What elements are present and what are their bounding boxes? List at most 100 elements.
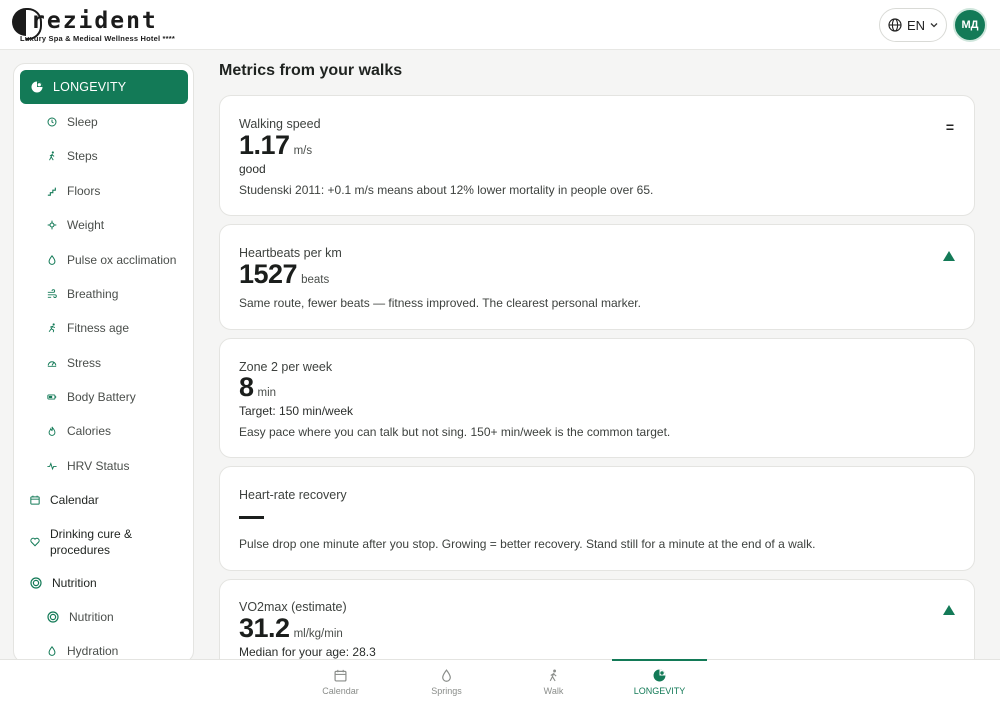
scale-icon — [47, 220, 57, 230]
walking-icon — [49, 151, 55, 161]
sidebar-item-label: LONGEVITY — [53, 80, 127, 94]
drop-icon — [48, 255, 56, 265]
language-label: EN — [906, 17, 926, 33]
chevron-down-icon — [930, 23, 938, 28]
sidebar-item-calories[interactable]: Calories — [47, 424, 111, 438]
sidebar-item-label: Nutrition — [69, 610, 114, 624]
sidebar-item-drinking-cure[interactable]: Drinking cure & procedures — [30, 526, 132, 558]
sidebar-item-label: Steps — [67, 149, 98, 163]
sidebar-item-label-line1: Drinking cure & — [50, 527, 133, 541]
sidebar-item-hrv-status[interactable]: HRV Status — [47, 459, 129, 473]
sidebar-item-label: Sleep — [67, 115, 98, 129]
metric-label: Walking speed — [239, 117, 321, 131]
sidebar-item-label: Breathing — [67, 287, 119, 301]
page-title: Metrics from your walks — [219, 62, 403, 79]
sidebar-item-steps[interactable]: Steps — [47, 149, 98, 163]
calendar-icon — [30, 495, 40, 505]
sidebar-item-breathing[interactable]: Breathing — [47, 287, 118, 301]
metric-description: Pulse drop one minute after you stop. Gr… — [239, 537, 816, 551]
metric-label: Heartbeats per km — [239, 246, 342, 260]
battery-icon — [47, 394, 57, 400]
clock-icon — [47, 117, 57, 127]
wind-icon — [47, 289, 57, 298]
trend-up-icon — [943, 605, 955, 615]
sidebar-item-label: Hydration — [67, 644, 119, 658]
pulse-icon — [47, 462, 57, 471]
metric-target: Target: 150 min/week — [239, 404, 354, 418]
brand-name: rezident — [31, 8, 158, 34]
metric-description: Studenski 2011: +0.1 m/s means about 12%… — [239, 183, 654, 197]
metric-card-heartbeats-per-km[interactable]: Heartbeats per km 1527 beats Same route,… — [219, 224, 975, 330]
sidebar-item-floors[interactable]: Floors — [47, 184, 100, 198]
sidebar-item-nutrition[interactable]: Nutrition — [47, 610, 114, 624]
metric-value: 1527 — [239, 259, 298, 289]
bottom-tab-calendar[interactable]: Calendar — [293, 660, 388, 703]
brand-tagline: Luxury Spa & Medical Wellness Hotel **** — [20, 34, 175, 43]
sidebar-item-weight[interactable]: Weight — [47, 218, 104, 232]
metric-value: 1.17 — [239, 130, 290, 160]
sidebar-item-label: Drinking cure & procedures — [50, 526, 132, 558]
running-icon — [48, 323, 56, 333]
trend-up-icon — [943, 251, 955, 261]
sidebar-item-label: Calories — [67, 424, 112, 438]
metric-value-row: 8 min — [239, 372, 276, 403]
metric-value-row: 1527 beats — [239, 259, 329, 290]
flame-icon — [48, 426, 56, 436]
bottom-tab-walk[interactable]: Walk — [506, 660, 601, 703]
metric-card-walking-speed[interactable]: Walking speed 1.17 m/s good Studenski 20… — [219, 95, 975, 216]
metric-card-heart-rate-recovery[interactable]: Heart-rate recovery — Pulse drop one min… — [219, 466, 975, 571]
bottom-tab-label: Walk — [543, 685, 564, 696]
metric-unit: min — [257, 387, 277, 399]
sidebar-item-label: Calendar — [50, 493, 99, 507]
globe-icon — [888, 18, 902, 32]
sidebar-item-label: Body Battery — [67, 390, 136, 404]
user-avatar[interactable]: МД — [953, 8, 987, 42]
bottom-tab-springs[interactable]: Springs — [399, 660, 494, 703]
sidebar-item-label: Floors — [67, 184, 101, 198]
metric-value-empty: — — [239, 516, 264, 519]
sidebar-item-label-line2: procedures — [50, 543, 111, 557]
sidebar-item-fitness-age[interactable]: Fitness age — [47, 321, 129, 335]
sidebar-item-pulse-ox[interactable]: Pulse ox acclimation — [47, 253, 176, 267]
metric-value-row: 1.17 m/s — [239, 130, 312, 161]
metric-unit: ml/kg/min — [293, 628, 343, 640]
walking-icon — [549, 669, 557, 682]
bottom-navigation: Calendar Springs Walk LONGEVITY — [0, 659, 1000, 703]
metric-value: 31.2 — [239, 613, 290, 643]
longevity-icon — [31, 81, 43, 93]
longevity-icon — [653, 669, 666, 682]
metric-description: Same route, fewer beats — fitness improv… — [239, 296, 641, 310]
sidebar-item-label: Nutrition — [52, 576, 97, 590]
metric-unit: m/s — [293, 145, 313, 157]
sidebar-item-hydration[interactable]: Hydration — [47, 644, 118, 658]
sidebar-item-label: Pulse ox acclimation — [67, 253, 177, 267]
sidebar-item-longevity[interactable]: LONGEVITY — [20, 70, 188, 104]
sidebar-item-sleep[interactable]: Sleep — [47, 115, 98, 129]
metric-card-zone-2[interactable]: Zone 2 per week 8 min Target: 150 min/we… — [219, 338, 975, 458]
bottom-tab-longevity[interactable]: LONGEVITY — [612, 660, 707, 703]
bottom-tab-label: Calendar — [322, 685, 359, 696]
sidebar: LONGEVITY Sleep Steps Floors Weight Puls… — [13, 63, 194, 663]
app-header: rezident Luxury Spa & Medical Wellness H… — [0, 0, 1000, 50]
metric-label: VO2max (estimate) — [239, 600, 347, 614]
language-selector[interactable]: EN — [879, 8, 947, 42]
stairs-icon — [47, 187, 56, 196]
metric-value-row: 31.2 ml/kg/min — [239, 613, 343, 644]
sidebar-item-label: Stress — [67, 356, 102, 370]
sidebar-item-body-battery[interactable]: Body Battery — [47, 390, 136, 404]
sidebar-item-label: Fitness age — [67, 321, 130, 335]
sidebar-item-calendar[interactable]: Calendar — [30, 493, 99, 507]
metric-median: Median for your age: 28.3 — [239, 645, 376, 659]
bottom-tab-label: LONGEVITY — [633, 685, 686, 696]
sidebar-item-label: HRV Status — [67, 459, 130, 473]
sidebar-item-nutrition-group[interactable]: Nutrition — [30, 576, 97, 590]
sidebar-item-stress[interactable]: Stress — [47, 356, 101, 370]
metric-label: Heart-rate recovery — [239, 488, 347, 502]
brand-logo[interactable]: rezident Luxury Spa & Medical Wellness H… — [12, 7, 182, 45]
bottom-tab-label: Springs — [431, 685, 462, 696]
nutrition-icon — [47, 611, 59, 623]
trend-flat-icon: = — [945, 119, 954, 135]
metric-unit: beats — [301, 274, 330, 286]
calendar-icon — [334, 669, 347, 682]
gauge-icon — [47, 361, 57, 367]
